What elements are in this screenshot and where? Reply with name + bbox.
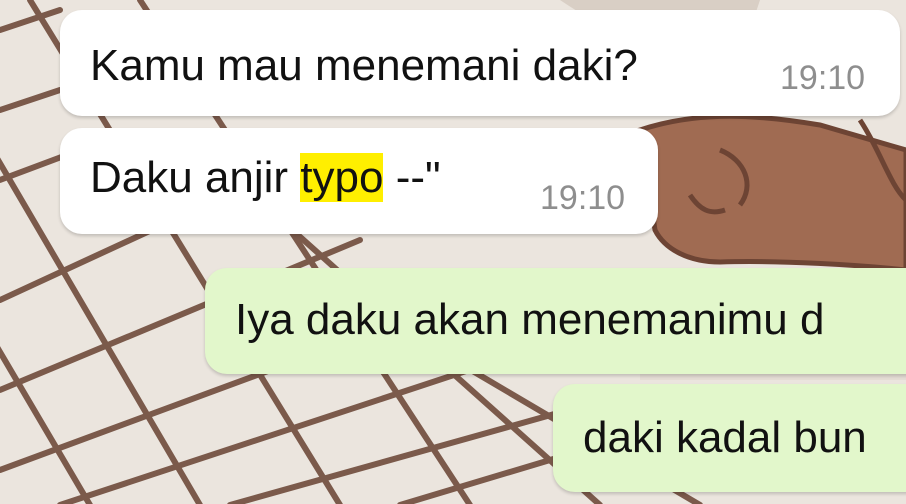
message-text-part: --" bbox=[383, 153, 441, 202]
message-bubble-outgoing[interactable]: Iya daku akan menemanimu d bbox=[205, 268, 906, 374]
message-bubble-incoming[interactable]: Kamu mau menemani daki? 19:10 bbox=[60, 10, 900, 116]
message-text: Daku anjir typo --" bbox=[90, 152, 441, 204]
message-bubble-incoming[interactable]: Daku anjir typo --" 19:10 bbox=[60, 128, 658, 234]
message-text: daki kadal bun bbox=[583, 413, 867, 462]
message-timestamp: 19:10 bbox=[780, 59, 866, 97]
chat-view: Kamu mau menemani daki? 19:10 Daku anjir… bbox=[0, 0, 906, 504]
message-text-part: Daku anjir bbox=[90, 153, 301, 202]
message-bubble-outgoing[interactable]: daki kadal bun bbox=[553, 384, 906, 492]
message-text: Kamu mau menemani daki? bbox=[90, 41, 638, 90]
highlighted-word: typo bbox=[300, 153, 384, 202]
message-text: Iya daku akan menemanimu d bbox=[235, 295, 825, 344]
message-timestamp: 19:10 bbox=[540, 179, 626, 217]
